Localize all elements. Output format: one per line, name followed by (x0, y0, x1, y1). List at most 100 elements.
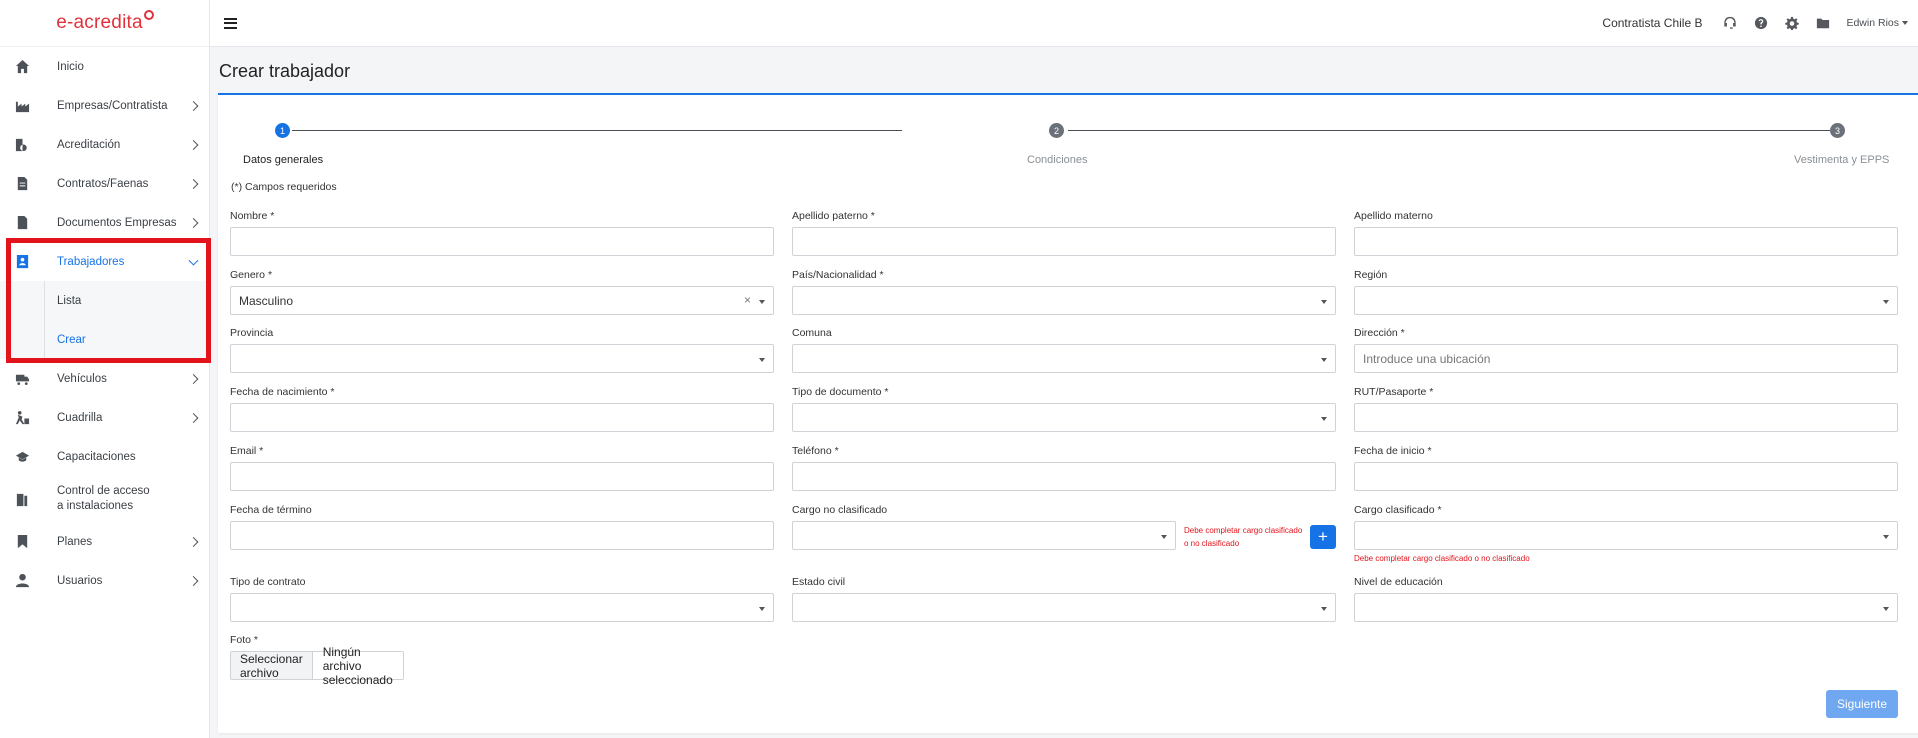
chevron-right-icon (188, 139, 199, 150)
sidebar-item-label: Vehículos (57, 372, 107, 385)
sidebar-subitem-crear[interactable]: Crear (44, 320, 209, 359)
sidebar-item-acreditacion[interactable]: Acreditación (0, 125, 209, 164)
user-menu[interactable]: Edwin Rios (1846, 17, 1908, 29)
sidebar-item-label: Control de acceso a instalaciones (57, 484, 150, 514)
field-estado-civil: Estado civil (792, 576, 1336, 622)
select-file-button[interactable]: Seleccionar archivo (231, 652, 313, 680)
tipo-documento-select[interactable] (792, 403, 1336, 432)
fecha-nacimiento-input[interactable] (230, 403, 774, 432)
headset-support-icon[interactable] (1722, 16, 1737, 31)
cargo-no-clasificado-select[interactable] (792, 521, 1176, 550)
cargo-error-message: Debe completar cargo clasificado o no cl… (1184, 524, 1324, 550)
truck-icon (14, 371, 30, 387)
field-label: Tipo de documento * (792, 386, 889, 398)
tipo-contrato-select[interactable] (230, 593, 774, 622)
bookmark-icon (14, 534, 30, 550)
sidebar-item-label: Acreditación (57, 138, 121, 151)
sidebar-item-cuadrilla[interactable]: Cuadrilla (0, 398, 209, 437)
sidebar-item-trabajadores[interactable]: Trabajadores (0, 242, 209, 281)
field-fecha-termino: Fecha de término (230, 504, 774, 550)
chevron-right-icon (188, 536, 199, 547)
gear-icon[interactable] (1784, 16, 1799, 31)
field-label: Cargo no clasificado (792, 504, 888, 516)
logo-text: e-acredita (56, 12, 143, 33)
field-label: Fecha de término (230, 504, 312, 516)
nivel-educacion-select[interactable] (1354, 593, 1898, 622)
sidebar-subitem-lista[interactable]: Lista (44, 281, 209, 320)
dropdown-arrow-icon (1883, 535, 1889, 539)
home-icon (14, 59, 30, 75)
sidebar-item-empresas[interactable]: Empresas/Contratista (0, 86, 209, 125)
factory-icon (14, 98, 30, 114)
dropdown-arrow-icon (1321, 417, 1327, 421)
sidebar-item-documentos[interactable]: Documentos Empresas (0, 203, 209, 242)
chevron-right-icon (188, 373, 199, 384)
logo[interactable]: e-acredita (0, 0, 209, 47)
dropdown-arrow-icon (759, 358, 765, 362)
dropdown-arrow-icon (1321, 607, 1327, 611)
region-select[interactable] (1354, 286, 1898, 315)
clear-icon[interactable]: × (744, 293, 751, 307)
apellido-paterno-input[interactable] (792, 227, 1336, 256)
step-2-indicator: 2 (1049, 123, 1064, 138)
sidebar-item-usuarios[interactable]: Usuarios (0, 561, 209, 600)
logo-check-icon (143, 10, 154, 20)
step-1-label: Datos generales (243, 154, 324, 166)
sidebar-item-contratos[interactable]: Contratos/Faenas (0, 164, 209, 203)
apellido-materno-input[interactable] (1354, 227, 1898, 256)
direccion-input[interactable]: Introduce una ubicación (1354, 344, 1898, 373)
field-rut: RUT/Pasaporte * (1354, 386, 1898, 432)
nombre-input[interactable] (230, 227, 774, 256)
field-label: Nivel de educación (1354, 576, 1443, 588)
sidebar-item-label: Documentos Empresas (57, 216, 177, 229)
topbar: Contratista Chile B Edwin Rios (210, 0, 1918, 47)
field-label: Apellido paterno * (792, 210, 875, 222)
email-input[interactable] (230, 462, 774, 491)
file-picker[interactable]: Seleccionar archivo Ningún archivo selec… (230, 645, 404, 687)
telefono-input[interactable] (792, 462, 1336, 491)
page-title: Crear trabajador (219, 61, 351, 81)
sidebar-item-inicio[interactable]: Inicio (0, 47, 209, 86)
genero-value: Masculino (239, 293, 294, 308)
add-cargo-button[interactable]: + (1310, 525, 1336, 549)
folder-icon[interactable] (1815, 16, 1830, 31)
field-tipo-documento: Tipo de documento * (792, 386, 1336, 432)
fecha-inicio-input[interactable] (1354, 462, 1898, 491)
comuna-select[interactable] (792, 344, 1336, 373)
field-label: Email * (230, 445, 264, 457)
user-name: Edwin Rios (1846, 17, 1899, 29)
field-foto: Foto * (230, 634, 774, 648)
help-icon[interactable] (1753, 16, 1768, 31)
dropdown-arrow-icon (1321, 300, 1327, 304)
stepper-connector (292, 130, 902, 131)
field-label: Estado civil (792, 576, 846, 588)
field-label: Teléfono * (792, 445, 839, 457)
rut-input[interactable] (1354, 403, 1898, 432)
provincia-select[interactable] (230, 344, 774, 373)
field-apellido-materno: Apellido materno (1354, 210, 1898, 256)
cargo-clasificado-select[interactable] (1354, 521, 1898, 550)
next-button[interactable]: Siguiente (1826, 690, 1898, 718)
genero-select[interactable]: Masculino × (230, 286, 774, 315)
sidebar-item-label: Contratos/Faenas (57, 177, 149, 190)
field-label: Dirección * (1354, 327, 1405, 339)
field-label: Fecha de inicio * (1354, 445, 1432, 457)
field-direccion: Dirección * Introduce una ubicación (1354, 327, 1898, 373)
menu-toggle-icon[interactable] (224, 17, 237, 29)
contract-icon (14, 176, 30, 192)
chevron-right-icon (188, 217, 199, 228)
field-label: Nombre * (230, 210, 275, 222)
sidebar-item-control-acceso[interactable]: Control de acceso a instalaciones (0, 476, 209, 522)
pais-select[interactable] (792, 286, 1336, 315)
dropdown-arrow-icon (1321, 358, 1327, 362)
sidebar-item-capacitaciones[interactable]: Capacitaciones (0, 437, 209, 476)
fecha-termino-input[interactable] (230, 521, 774, 550)
estado-civil-select[interactable] (792, 593, 1336, 622)
sidebar-item-label: Usuarios (57, 574, 103, 587)
sidebar-item-vehiculos[interactable]: Vehículos (0, 359, 209, 398)
company-name: Contratista Chile B (1602, 16, 1703, 30)
sidebar-item-planes[interactable]: Planes (0, 522, 209, 561)
chevron-down-icon (188, 255, 199, 266)
field-apellido-paterno: Apellido paterno * (792, 210, 1336, 256)
step-1-indicator: 1 (275, 123, 290, 138)
